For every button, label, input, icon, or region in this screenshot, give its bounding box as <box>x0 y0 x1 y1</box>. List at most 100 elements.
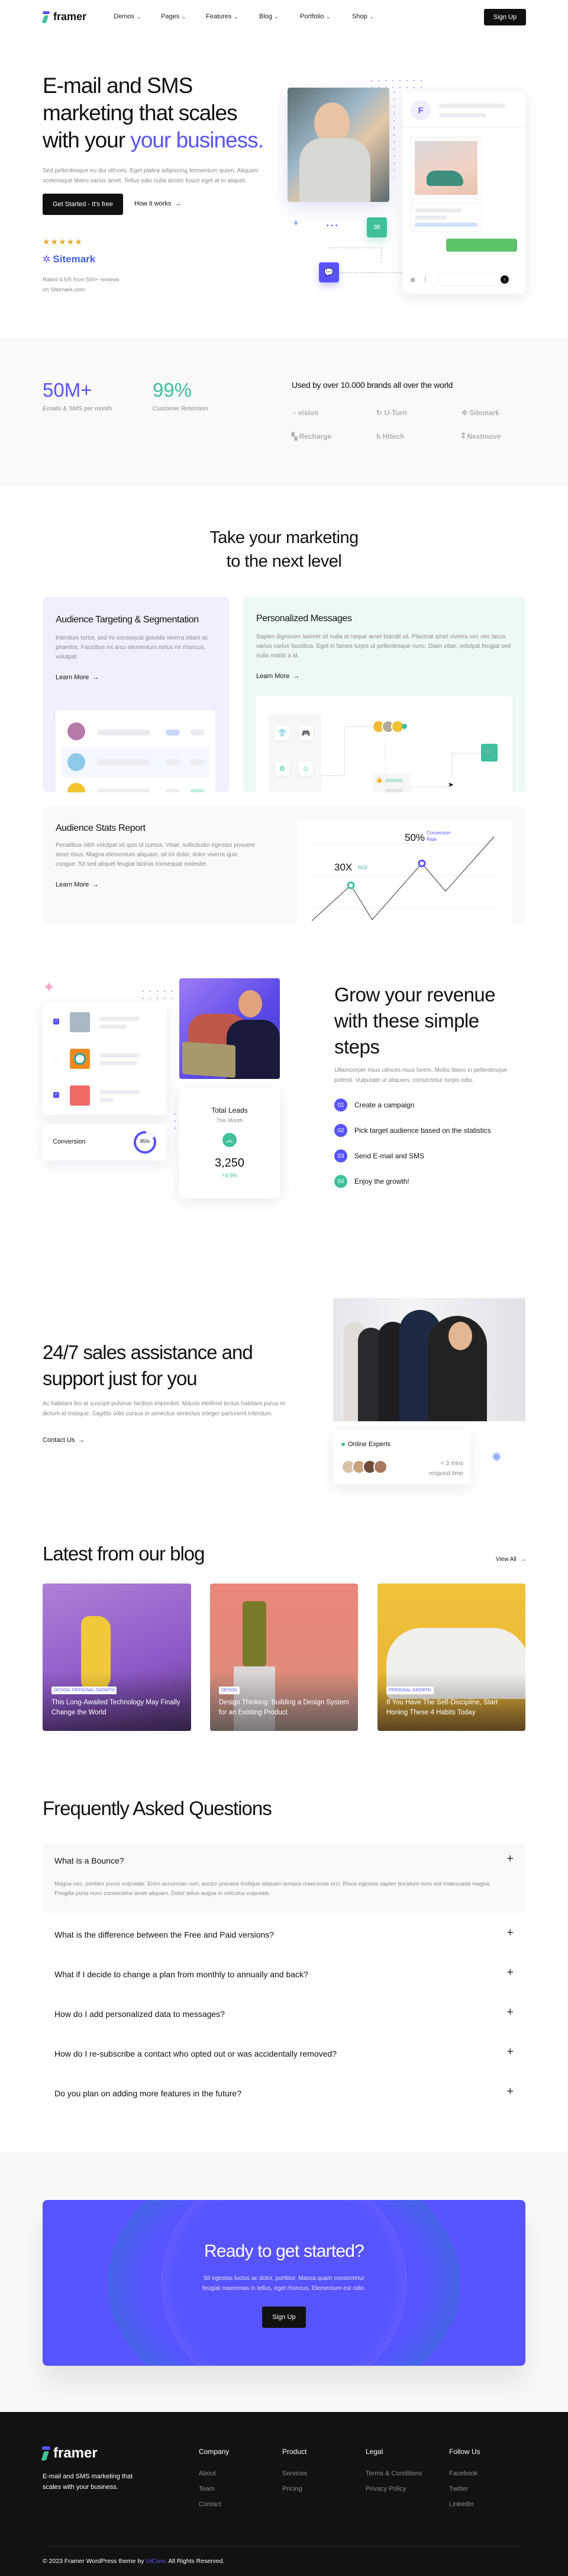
faq-item[interactable]: Do you plan on adding more features in t… <box>43 2085 525 2102</box>
plus-icon[interactable]: + <box>506 1966 514 1980</box>
photo-woman-laptop <box>179 978 280 1079</box>
brand-logo[interactable]: framer <box>43 11 86 23</box>
contact-us-link[interactable]: Contact Us → <box>43 1437 85 1444</box>
grow-title: Grow your revenue with these simple steps <box>334 982 496 1060</box>
arrow-right-icon: → <box>293 673 300 680</box>
dots-decoration <box>172 1110 179 1132</box>
how-it-works-link[interactable]: How it works → <box>134 200 181 207</box>
nav-features[interactable]: Features ⌄ <box>206 13 259 20</box>
title-line: to the next level <box>226 552 342 571</box>
checkbox-checked[interactable]: ✓ <box>53 1092 59 1098</box>
arrow-right-icon: → <box>92 881 99 888</box>
message-input[interactable]: ↑ <box>438 273 512 286</box>
footer-link[interactable]: Terms & Conditions <box>366 2470 422 2477</box>
learn-more-link[interactable]: Learn More → <box>56 881 99 888</box>
signup-button[interactable]: Sign Up <box>484 9 526 25</box>
cta-card: Ready to get started? Sit egestas luctus… <box>43 2200 525 2366</box>
nav-portfolio[interactable]: Portfolio ⌄ <box>300 13 352 20</box>
footer-link[interactable]: Pricing <box>282 2485 307 2493</box>
plus-icon[interactable]: + <box>506 1852 514 1866</box>
blog-tag[interactable]: PERSONAL GROWTH <box>386 1687 434 1694</box>
roi-label: ROI <box>358 865 368 871</box>
nav-label: Blog <box>259 13 273 20</box>
view-all-link[interactable]: View All → <box>496 1556 526 1563</box>
chevron-down-icon: ⌄ <box>234 14 238 20</box>
nav-blog[interactable]: Blog ⌄ <box>259 13 300 20</box>
feature-card-personalized: Personalized Messages Sapien dignissim l… <box>243 597 525 792</box>
blog-tag[interactable]: DESIGN, PERSONAL GROWTH <box>51 1687 117 1694</box>
roi-point <box>347 881 355 889</box>
attachment-icon[interactable]: ⌇ <box>424 275 427 284</box>
footer-link[interactable]: Privacy Policy <box>366 2485 422 2493</box>
support-description: Ac habitant leo at suscipit pulvinar fac… <box>43 1401 285 1417</box>
stat-label: Emails & SMS per month <box>43 405 112 412</box>
mail-icon: ✉ <box>367 217 387 237</box>
chat-avatar: F <box>411 100 431 120</box>
faq-question[interactable]: How do I re-subscribe a contact who opte… <box>54 2049 337 2058</box>
faq-item-open[interactable]: What is a Bounce? + Magna nec, porttitor… <box>43 1843 525 1913</box>
thumbs-up-icon: 👍 <box>376 777 383 783</box>
footer-column-title: Follow Us <box>449 2447 480 2456</box>
placeholder-bar <box>99 1061 137 1065</box>
faq-item[interactable]: What is the difference between the Free … <box>43 1926 525 1943</box>
respond-line: < 3 mins <box>440 1460 463 1467</box>
faq-question[interactable]: What is the difference between the Free … <box>54 1930 274 1939</box>
audience-list-panel <box>56 711 215 792</box>
uicore-link[interactable]: UiCore <box>146 2558 165 2565</box>
audience-avatars <box>372 720 407 733</box>
footer-logo[interactable]: framer <box>41 2445 98 2462</box>
faq-item[interactable]: What if I decide to change a plan from m… <box>43 1966 525 1983</box>
blog-post-title[interactable]: Design Thinking: Building a Design Syste… <box>219 1698 349 1718</box>
brand-logo-vision: ◔ vision <box>292 409 319 417</box>
drop-icon: ♦ <box>293 218 299 228</box>
footer-link[interactable]: Services <box>282 2470 307 2477</box>
checkbox-checked[interactable]: ✓ <box>53 1019 59 1024</box>
faq-item[interactable]: How do I re-subscribe a contact who opte… <box>43 2045 525 2062</box>
placeholder-bar <box>97 789 150 792</box>
nav-pages[interactable]: Pages ⌄ <box>161 13 206 20</box>
plus-icon[interactable]: + <box>506 2085 514 2099</box>
blog-card-content: PERSONAL GROWTH If You Have The Self-Dis… <box>386 1684 517 1718</box>
placeholder-bar <box>415 208 462 213</box>
faq-question[interactable]: Do you plan on adding more features in t… <box>54 2089 241 2098</box>
engagement-box: 👍 <box>372 773 411 792</box>
camera-icon[interactable]: ◙ <box>411 275 415 284</box>
nav-demos[interactable]: Demos ⌄ <box>114 13 161 20</box>
footer-link[interactable]: LinkedIn <box>449 2501 480 2508</box>
blog-tag[interactable]: DESIGN <box>219 1687 240 1694</box>
dots-decoration <box>140 988 175 1003</box>
checkbox-unchecked[interactable] <box>53 1055 59 1061</box>
nav-shop[interactable]: Shop ⌄ <box>352 13 373 20</box>
footer-link[interactable]: Facebook <box>449 2470 480 2477</box>
learn-more-link[interactable]: Learn More → <box>256 673 299 680</box>
baby-icon: ☺ <box>299 762 313 776</box>
blog-post-title[interactable]: If You Have The Self-Discipline, Start H… <box>386 1698 517 1718</box>
rating-line: Rated 4.5/5 from 500+ reviews <box>43 277 120 283</box>
faq-item[interactable]: How do I add personalized data to messag… <box>43 2006 525 2022</box>
blog-card[interactable]: DESIGN, PERSONAL GROWTH This Long-Awaite… <box>43 1583 191 1731</box>
stats-section: 50M+ Emails & SMS per month 99% Customer… <box>0 338 568 486</box>
get-started-button[interactable]: Get Started - It's free <box>43 194 123 215</box>
footer-link[interactable]: Twitter <box>449 2485 480 2493</box>
learn-more-link[interactable]: Learn More → <box>56 674 99 681</box>
plus-icon[interactable]: + <box>506 1926 514 1940</box>
blog-card[interactable]: PERSONAL GROWTH If You Have The Self-Dis… <box>377 1583 525 1731</box>
avatar <box>67 753 85 771</box>
cta-section: Ready to get started? Sit egestas luctus… <box>0 2153 568 2413</box>
expert-avatars <box>341 1460 388 1474</box>
faq-question[interactable]: What is a Bounce? <box>54 1856 124 1865</box>
faq-question[interactable]: What if I decide to change a plan from m… <box>54 1970 308 1979</box>
faq-question[interactable]: How do I add personalized data to messag… <box>54 2009 225 2019</box>
footer-link[interactable]: Team <box>199 2485 229 2493</box>
send-icon[interactable]: ↑ <box>501 275 509 284</box>
title-line: support just for you <box>43 1367 198 1389</box>
footer-link[interactable]: Contact <box>199 2501 229 2508</box>
plus-icon[interactable]: + <box>506 2006 514 2019</box>
blog-post-title[interactable]: This Long-Awaited Technology May Finally… <box>51 1698 182 1718</box>
plus-icon[interactable]: + <box>506 2045 514 2059</box>
cta-signup-button[interactable]: Sign Up <box>262 2307 306 2328</box>
blog-card[interactable]: DESIGN Design Thinking: Building a Desig… <box>210 1583 358 1731</box>
footer-link[interactable]: About <box>199 2470 229 2477</box>
feature-title: Audience Stats Report <box>56 823 146 833</box>
connector-line <box>451 753 481 776</box>
